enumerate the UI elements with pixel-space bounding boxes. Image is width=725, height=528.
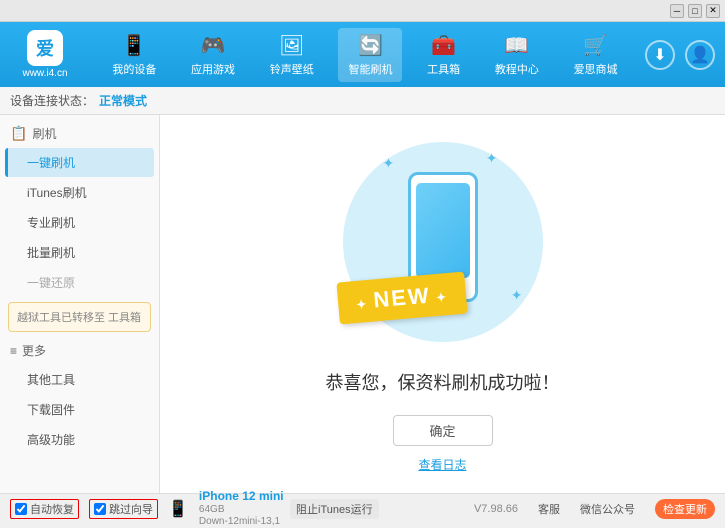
logo-text: www.i4.cn: [22, 68, 67, 79]
device-phone-icon: 📱: [168, 499, 188, 519]
sparkle-2: ✦: [486, 150, 498, 167]
customer-service-link[interactable]: 客服: [538, 501, 560, 517]
auto-flash-label: 自动恢复: [30, 501, 74, 517]
nav-label-apps: 应用游戏: [191, 61, 235, 77]
smart-flash-icon: 🔄: [358, 33, 383, 58]
status-bar: 设备连接状态： 正常模式: [0, 87, 725, 115]
nav-item-wallpaper[interactable]: 🖼 铃声壁纸: [260, 28, 324, 82]
pro-flash-label: 专业刷机: [27, 216, 75, 230]
other-tools-label: 其他工具: [27, 373, 75, 387]
apps-icon: 🎮: [201, 33, 226, 58]
sidebar-item-one-key-restore: 一键还原: [5, 268, 154, 297]
advanced-label: 高级功能: [27, 433, 75, 447]
status-label: 设备连接状态：: [10, 92, 94, 109]
flash-section-title[interactable]: 📋 刷机: [0, 120, 159, 147]
device-firmware: Down-12mini-13,1: [199, 516, 284, 528]
flash-section-label: 刷机: [32, 125, 56, 142]
nav-items: 📱 我的设备 🎮 应用游戏 🖼 铃声壁纸 🔄 智能刷机 🧰 工具箱 📖 教程中心…: [95, 28, 635, 82]
close-button[interactable]: ✕: [706, 4, 720, 18]
my-device-icon: 📱: [122, 33, 147, 58]
header: 爱 www.i4.cn 📱 我的设备 🎮 应用游戏 🖼 铃声壁纸 🔄 智能刷机 …: [0, 22, 725, 87]
download-button[interactable]: ⬇: [645, 40, 675, 70]
logo: 爱 www.i4.cn: [10, 30, 80, 79]
more-section[interactable]: ≡ 更多: [0, 337, 159, 364]
sidebar-item-batch-flash[interactable]: 批量刷机: [5, 238, 154, 267]
success-illustration: ✦ ✦ ✦ NEW: [333, 135, 553, 349]
sparkle-3: ✦: [511, 287, 523, 304]
sidebar-item-other-tools[interactable]: 其他工具: [5, 365, 154, 394]
sidebar-item-pro-flash[interactable]: 专业刷机: [5, 208, 154, 237]
device-storage: 64GB: [199, 504, 284, 516]
bottom-left-section: 自动恢复 跳过向导 📱 iPhone 12 mini 64GB Down-12m…: [10, 489, 290, 527]
content-area: ✦ ✦ ✦ NEW 恭喜您，保资料刷机成功啦！ 确定 查看日志: [160, 115, 725, 493]
minimize-button[interactable]: ─: [670, 4, 684, 18]
flash-section: 📋 刷机 一键刷机 iTunes刷机 专业刷机 批量刷机 一键还原: [0, 120, 159, 297]
shop-icon: 🛒: [583, 33, 608, 58]
nav-item-smart-flash[interactable]: 🔄 智能刷机: [338, 28, 402, 82]
success-title: 恭喜您，保资料刷机成功啦！: [326, 369, 560, 395]
nav-item-toolbox[interactable]: 🧰 工具箱: [417, 28, 470, 82]
sidebar-item-one-key-flash[interactable]: 一键刷机: [5, 148, 154, 177]
nav-label-smart-flash: 智能刷机: [348, 61, 392, 77]
wizard-checkbox[interactable]: 跳过向导: [89, 499, 158, 519]
warning-box: 越狱工具已转移至 工具箱: [8, 302, 151, 332]
bottom-right: V7.98.66 客服 微信公众号 检查更新: [474, 499, 715, 519]
auto-flash-input[interactable]: [15, 503, 27, 515]
one-key-flash-label: 一键刷机: [27, 156, 75, 170]
secondary-link[interactable]: 查看日志: [418, 456, 466, 473]
sidebar-item-advanced[interactable]: 高级功能: [5, 425, 154, 454]
device-info: iPhone 12 mini 64GB Down-12mini-13,1: [199, 489, 284, 527]
nav-item-apps[interactable]: 🎮 应用游戏: [181, 28, 245, 82]
bottom-checkboxes: 自动恢复 跳过向导: [10, 499, 158, 519]
itunes-status[interactable]: 阻止iTunes运行: [290, 499, 379, 519]
tutorial-icon: 📖: [504, 33, 529, 58]
download-firmware-label: 下载固件: [27, 403, 75, 417]
wizard-label: 跳过向导: [109, 501, 153, 517]
nav-item-shop[interactable]: 🛒 爱思商城: [564, 28, 628, 82]
nav-label-shop: 爱思商城: [574, 61, 618, 77]
bottom-bar: 自动恢复 跳过向导 📱 iPhone 12 mini 64GB Down-12m…: [0, 493, 725, 523]
sidebar-item-itunes-flash[interactable]: iTunes刷机: [5, 178, 154, 207]
title-bar-controls: ─ □ ✕: [670, 4, 720, 18]
wallpaper-icon: 🖼: [279, 33, 304, 58]
header-actions: ⬇ 👤: [645, 40, 715, 70]
user-button[interactable]: 👤: [685, 40, 715, 70]
batch-flash-label: 批量刷机: [27, 246, 75, 260]
flash-section-icon: 📋: [10, 125, 27, 142]
title-bar: ─ □ ✕: [0, 0, 725, 22]
more-section-icon: ≡: [10, 344, 17, 358]
wechat-link[interactable]: 微信公众号: [580, 501, 635, 517]
status-value: 正常模式: [99, 92, 147, 109]
nav-label-wallpaper: 铃声壁纸: [270, 61, 314, 77]
itunes-flash-label: iTunes刷机: [27, 186, 87, 200]
sparkle-1: ✦: [383, 155, 395, 172]
nav-item-my-device[interactable]: 📱 我的设备: [102, 28, 166, 82]
nav-label-tutorial: 教程中心: [495, 61, 539, 77]
toolbox-icon: 🧰: [431, 33, 456, 58]
wizard-input[interactable]: [94, 503, 106, 515]
more-section-label: 更多: [22, 342, 46, 359]
sidebar: 📋 刷机 一键刷机 iTunes刷机 专业刷机 批量刷机 一键还原 越狱工具已转…: [0, 115, 160, 493]
one-key-restore-label: 一键还原: [27, 276, 75, 290]
nav-item-tutorial[interactable]: 📖 教程中心: [485, 28, 549, 82]
nav-label-my-device: 我的设备: [112, 61, 156, 77]
logo-icon: 爱: [27, 30, 63, 66]
nav-label-toolbox: 工具箱: [427, 61, 460, 77]
confirm-button[interactable]: 确定: [393, 415, 493, 446]
update-button[interactable]: 检查更新: [655, 499, 715, 519]
version-info: V7.98.66: [474, 503, 518, 515]
auto-flash-checkbox[interactable]: 自动恢复: [10, 499, 79, 519]
main-layout: 📋 刷机 一键刷机 iTunes刷机 专业刷机 批量刷机 一键还原 越狱工具已转…: [0, 115, 725, 493]
warning-text: 越狱工具已转移至 工具箱: [17, 312, 141, 324]
maximize-button[interactable]: □: [688, 4, 702, 18]
phone-screen: [416, 183, 470, 278]
device-name: iPhone 12 mini: [199, 489, 284, 503]
sidebar-item-download-firmware[interactable]: 下载固件: [5, 395, 154, 424]
